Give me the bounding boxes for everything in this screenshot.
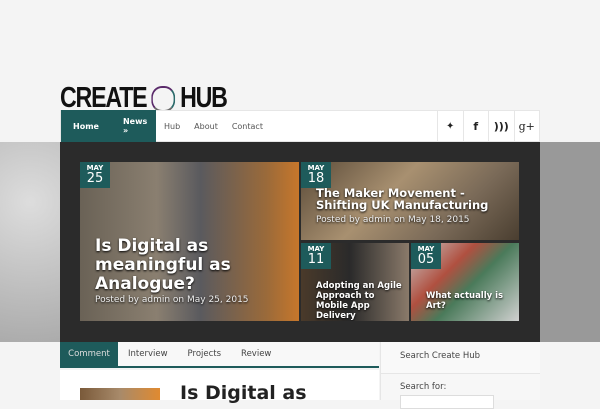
date-badge: MAY 05 [411, 243, 441, 269]
sidebar-search: Search Create Hub Search for: [380, 342, 540, 409]
slide-2[interactable]: MAY 18 The Maker Movement - Shifting UK M… [301, 162, 519, 240]
tab-comment[interactable]: Comment [60, 342, 118, 366]
facebook-icon[interactable]: f [462, 111, 489, 141]
sidebar-title: Search Create Hub [381, 342, 540, 374]
nav-news[interactable]: News » [111, 117, 159, 135]
slide-title[interactable]: Is Digital as meaningful as Analogue? [95, 237, 245, 294]
date-badge: MAY 11 [301, 243, 331, 269]
slide-meta: Posted by admin on May 25, 2015 [95, 295, 249, 305]
slide-3[interactable]: MAY 11 Adopting an Agile Approach to Mobi… [301, 243, 409, 321]
main-nav: Home News » Hub About Contact ✦ f ))) g+ [60, 110, 540, 142]
slide-meta: Posted by admin on May 18, 2015 [316, 215, 470, 225]
slide-main[interactable]: MAY 25 Is Digital as meaningful as Analog… [80, 162, 299, 321]
post-thumbnail[interactable] [80, 388, 160, 400]
post-title[interactable]: Is Digital as [180, 382, 307, 404]
slide-title[interactable]: What actually is Art? [426, 291, 511, 311]
rss-icon[interactable]: ))) [488, 111, 514, 141]
category-tabs: Comment Interview Projects Review [60, 342, 379, 368]
nav-about[interactable]: About [187, 122, 225, 131]
google-plus-icon[interactable]: g+ [513, 111, 540, 141]
date-badge: MAY 25 [80, 162, 110, 188]
tab-review[interactable]: Review [231, 342, 281, 366]
logo-hexagon-icon [151, 85, 176, 112]
date-badge: MAY 18 [301, 162, 331, 188]
slide-title[interactable]: Adopting an Agile Approach to Mobile App… [316, 281, 408, 321]
post-list: Is Digital as [60, 370, 379, 404]
slide-title[interactable]: The Maker Movement - Shifting UK Manufac… [316, 187, 516, 211]
featured-slider: MAY 25 Is Digital as meaningful as Analog… [60, 142, 540, 342]
tab-projects[interactable]: Projects [178, 342, 232, 366]
nav-contact[interactable]: Contact [225, 122, 270, 131]
slide-4[interactable]: MAY 05 What actually is Art? [411, 243, 519, 321]
search-input[interactable] [400, 395, 494, 409]
tab-interview[interactable]: Interview [118, 342, 178, 366]
nav-hub[interactable]: Hub [156, 122, 187, 131]
search-label: Search for: [400, 382, 447, 392]
twitter-icon[interactable]: ✦ [437, 111, 463, 141]
nav-home[interactable]: Home [61, 122, 111, 131]
